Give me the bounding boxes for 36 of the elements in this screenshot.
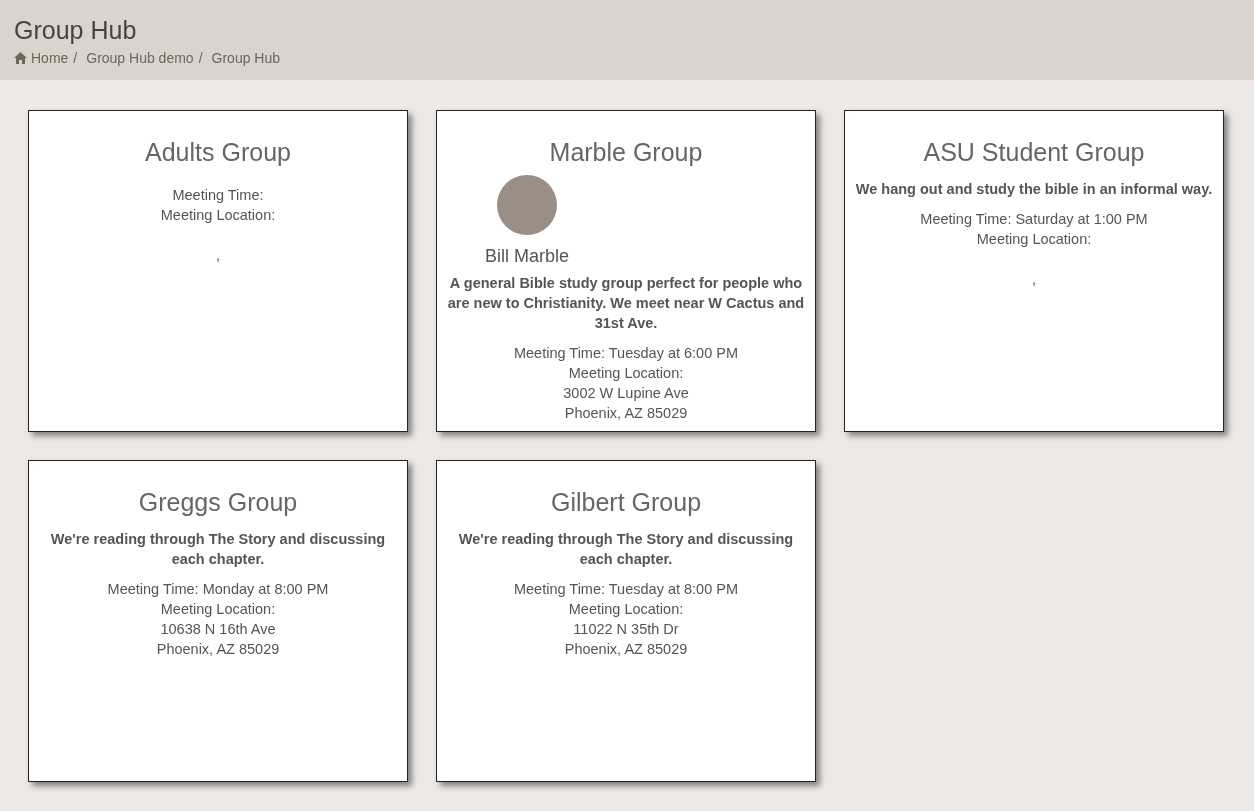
breadcrumb-separator: / xyxy=(197,50,204,66)
group-name: Marble Group xyxy=(549,137,703,168)
city-line: Phoenix, AZ 85029 xyxy=(156,640,280,659)
street-address: 3002 W Lupine Ave xyxy=(563,384,689,403)
meeting-location-label: Meeting Location: xyxy=(160,600,276,619)
breadcrumb-separator: / xyxy=(72,50,79,66)
group-name: Greggs Group xyxy=(138,487,298,518)
meeting-location-label: Meeting Location: xyxy=(160,206,276,225)
group-description: We're reading through The Story and discussing each chapter. xyxy=(49,530,387,569)
group-description: We hang out and study the bible in an informal way. xyxy=(855,180,1213,199)
meeting-time: Meeting Time: Tuesday at 6:00 PM xyxy=(513,344,739,363)
avatar-placeholder xyxy=(497,175,557,235)
meeting-time: Meeting Time: Saturday at 1:00 PM xyxy=(920,210,1148,229)
page-title: Group Hub xyxy=(14,15,137,46)
breadcrumb-link[interactable]: Group Hub xyxy=(211,50,281,66)
street-address: 11022 N 35th Dr xyxy=(573,620,679,639)
meeting-location-label: Meeting Location: xyxy=(568,600,684,619)
group-name: ASU Student Group xyxy=(923,137,1145,168)
city-line: Phoenix, AZ 85029 xyxy=(564,640,688,659)
meeting-location-label: Meeting Location: xyxy=(568,364,684,383)
street-address: 10638 N 16th Ave xyxy=(160,620,276,639)
group-description: We're reading through The Story and discussing each chapter. xyxy=(457,530,795,569)
city-line: , xyxy=(1032,270,1036,289)
breadcrumb-link[interactable]: Home xyxy=(14,50,69,66)
home-icon xyxy=(14,52,27,64)
group-name: Adults Group xyxy=(145,137,291,168)
breadcrumb-link[interactable]: Group Hub demo xyxy=(86,50,194,66)
meeting-location-label: Meeting Location: xyxy=(976,230,1092,249)
group-name: Gilbert Group xyxy=(550,487,702,518)
meeting-time: Meeting Time: Monday at 8:00 PM xyxy=(107,580,329,599)
meeting-time: Meeting Time: xyxy=(172,186,264,205)
meeting-time: Meeting Time: Tuesday at 8:00 PM xyxy=(513,580,739,599)
leader-name: Bill Marble xyxy=(485,245,570,268)
city-line: Phoenix, AZ 85029 xyxy=(564,404,688,423)
group-description: A general Bible study group perfect for people who are new to Christianity. We meet near W Cactus and 31st Ave. xyxy=(446,274,806,333)
city-line: , xyxy=(216,246,220,265)
